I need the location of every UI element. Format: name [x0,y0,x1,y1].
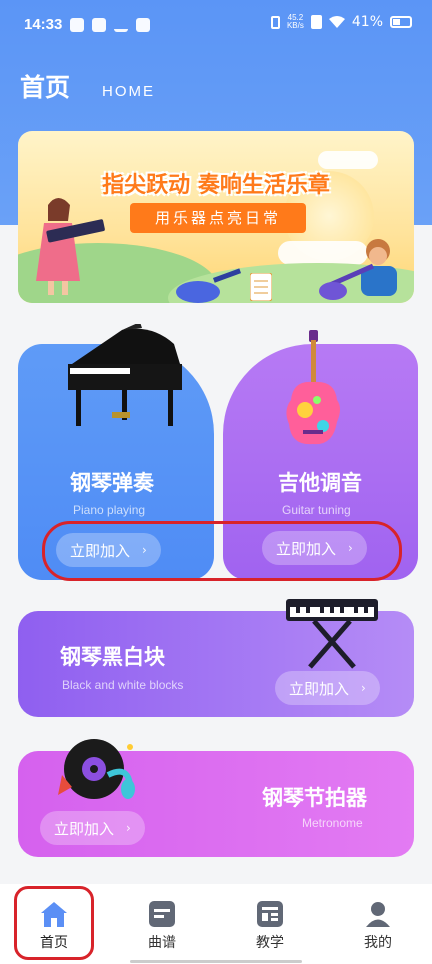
tab-label: 教学 [256,935,284,951]
status-bar: 14:33 45.2 KB/s 41% [0,0,432,50]
highlight-outline [14,886,94,960]
mail-notification-icon [92,18,106,32]
sheet-music-icon [149,901,175,927]
page-title: 首页 [20,73,71,102]
blocks-join-button[interactable]: 立即加入 › [275,671,380,705]
sheet-music-prop-icon [250,273,272,301]
teaching-icon [257,901,283,927]
banner-ribbon: 用乐器点亮日常 [130,203,306,233]
blocks-card-subtitle: Black and white blocks [62,678,184,692]
battery-icon [390,16,412,28]
network-speed: 45.2 KB/s [287,14,304,30]
promo-banner[interactable]: 指尖跃动 奏响生活乐章 用乐器点亮日常 [18,131,414,303]
chevron-right-icon: › [361,681,366,695]
dots-notification-icon [136,18,150,32]
status-time: 14:33 [24,16,63,33]
metronome-card-title: 钢琴节拍器 [262,786,367,810]
crown-notification-icon [114,18,128,32]
guitar-card-subtitle: Guitar tuning [282,503,351,517]
metronome-card[interactable]: 立即加入 › 钢琴节拍器 Metronome [18,739,414,857]
metronome-join-button[interactable]: 立即加入 › [40,811,145,845]
net-speed-unit: KB/s [286,21,304,30]
vinyl-headphones-icon [58,739,135,799]
no-sim-icon [310,15,322,29]
guitar-card-title: 吉他调音 [278,471,362,495]
battery-percent: 41% [351,14,383,30]
vibrate-icon [270,15,280,29]
tab-label: 曲谱 [148,935,176,951]
wifi-icon [328,16,345,28]
join-button-label: 立即加入 [54,819,115,838]
chevron-right-icon: › [126,821,131,835]
notification-icons [70,18,150,32]
metronome-card-subtitle: Metronome [302,816,363,830]
black-white-blocks-card[interactable]: 钢琴黑白块 Black and white blocks 立即加入 › [18,599,414,717]
girl-keyboard-illustration [36,198,105,295]
join-button-label: 立即加入 [289,679,350,698]
page-subtitle: HOME [102,83,156,100]
keyboard-stand-icon [286,599,378,669]
profile-icon [366,902,390,927]
tab-label: 我的 [364,935,392,951]
tab-teaching[interactable]: 教学 [216,884,324,964]
tab-profile[interactable]: 我的 [324,884,432,964]
guitar-prop-illustration [176,268,242,303]
blocks-card-title: 钢琴黑白块 [60,645,165,669]
home-indicator[interactable] [130,960,302,963]
piano-card-subtitle: Piano playing [73,503,146,517]
page-header: 首页 HOME [20,68,155,104]
piano-card-title: 钢琴弹奏 [70,471,154,495]
grand-piano-icon [68,324,182,426]
guitarist-illustration [319,239,397,300]
guitar-icon [286,330,340,445]
tab-sheet-music[interactable]: 曲谱 [108,884,216,964]
app-notification-icon [70,18,84,32]
highlight-outline [42,521,402,581]
